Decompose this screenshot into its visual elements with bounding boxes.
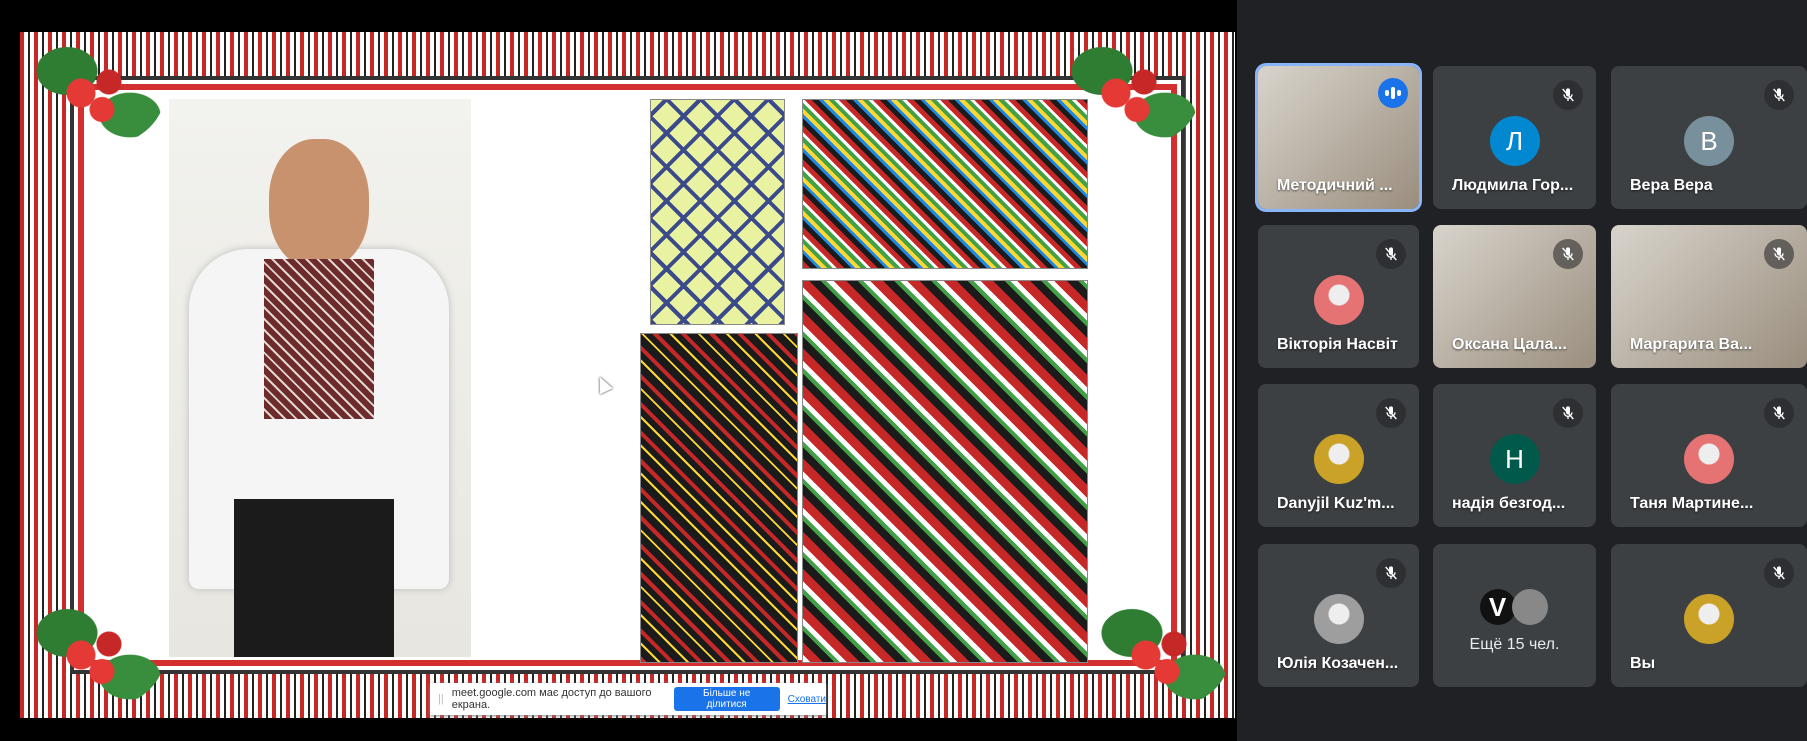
- mic-off-icon: [1764, 239, 1794, 269]
- participant-name: Оксана Цала...: [1452, 336, 1567, 353]
- participant-tile[interactable]: Маргарита Ва...: [1611, 225, 1807, 368]
- viburnum-decoration: [25, 38, 165, 148]
- participant-tile[interactable]: Danyjil Kuz'm...: [1258, 384, 1419, 527]
- mic-off-icon: [1376, 239, 1406, 269]
- avatar: [1313, 594, 1364, 644]
- avatar: [1684, 434, 1734, 484]
- participant-name: Вера Вера: [1630, 177, 1713, 194]
- participant-tile[interactable]: Вы: [1611, 544, 1807, 687]
- participant-name: Вы: [1630, 655, 1656, 672]
- viburnum-decoration: [25, 600, 165, 710]
- participant-tile[interactable]: Методичний ...: [1258, 66, 1419, 209]
- embroidery-pattern: [802, 99, 1088, 269]
- mic-off-icon: [1764, 398, 1794, 428]
- viburnum-decoration: [1090, 600, 1230, 710]
- participant-name: Маргарита Ва...: [1630, 336, 1753, 353]
- avatar: Л: [1489, 116, 1540, 166]
- participant-tile[interactable]: Оксана Цала...: [1433, 225, 1596, 368]
- embroidery-pattern: [802, 280, 1088, 663]
- participant-tile[interactable]: Вікторія Насвіт: [1258, 225, 1419, 368]
- avatar: [1313, 434, 1364, 484]
- share-message: meet.google.com має доступ до вашого екр…: [451, 687, 652, 711]
- participant-name: надія безгод...: [1452, 495, 1566, 512]
- mic-off-icon: [1553, 239, 1583, 269]
- participant-name: Людмила Гор...: [1452, 177, 1574, 194]
- stop-sharing-button[interactable]: Більше не ділитися: [673, 687, 780, 711]
- mic-off-icon: [1376, 398, 1406, 428]
- mic-off-icon: [1376, 558, 1406, 588]
- participant-name: Таня Мартине...: [1630, 495, 1754, 512]
- avatar: [1684, 594, 1734, 644]
- hide-link[interactable]: Сховати: [788, 694, 826, 705]
- avatar: Н: [1489, 434, 1540, 484]
- mic-off-icon: [1553, 398, 1583, 428]
- mic-off-icon: [1764, 558, 1794, 588]
- avatar: В: [1684, 116, 1734, 166]
- man-in-vyshyvanka-photo: [169, 99, 471, 657]
- mic-off-icon: [1764, 80, 1794, 110]
- avatar: [1511, 589, 1548, 625]
- speaking-indicator-icon: [1378, 78, 1408, 108]
- participant-name: Юлія Козачен...: [1277, 655, 1399, 672]
- shared-screen: || meet.google.com має доступ до вашого …: [0, 0, 1237, 741]
- participant-tile[interactable]: Ннадія безгод...: [1433, 384, 1596, 527]
- participant-name: Вікторія Насвіт: [1277, 336, 1398, 353]
- mic-off-icon: [1553, 80, 1583, 110]
- more-participants-tile[interactable]: V Ещё 15 чел.: [1433, 544, 1596, 687]
- avatar: V: [1479, 589, 1516, 625]
- participant-tile[interactable]: Таня Мартине...: [1611, 384, 1807, 527]
- participant-name: Danyjil Kuz'm...: [1277, 495, 1395, 512]
- embroidery-pattern: [640, 333, 798, 663]
- participant-tile[interactable]: Юлія Козачен...: [1258, 544, 1419, 687]
- screen-share-bar: || meet.google.com має доступ до вашого …: [430, 683, 826, 715]
- avatar: [1313, 275, 1364, 325]
- more-participants-label: Ещё 15 чел.: [1469, 636, 1560, 653]
- participant-tile[interactable]: Л Людмила Гор...: [1433, 66, 1596, 209]
- participant-tile[interactable]: В Вера Вера: [1611, 66, 1807, 209]
- drag-handle-icon[interactable]: ||: [438, 693, 444, 705]
- participant-name: Методичний ...: [1277, 177, 1393, 194]
- embroidery-pattern: [650, 99, 785, 325]
